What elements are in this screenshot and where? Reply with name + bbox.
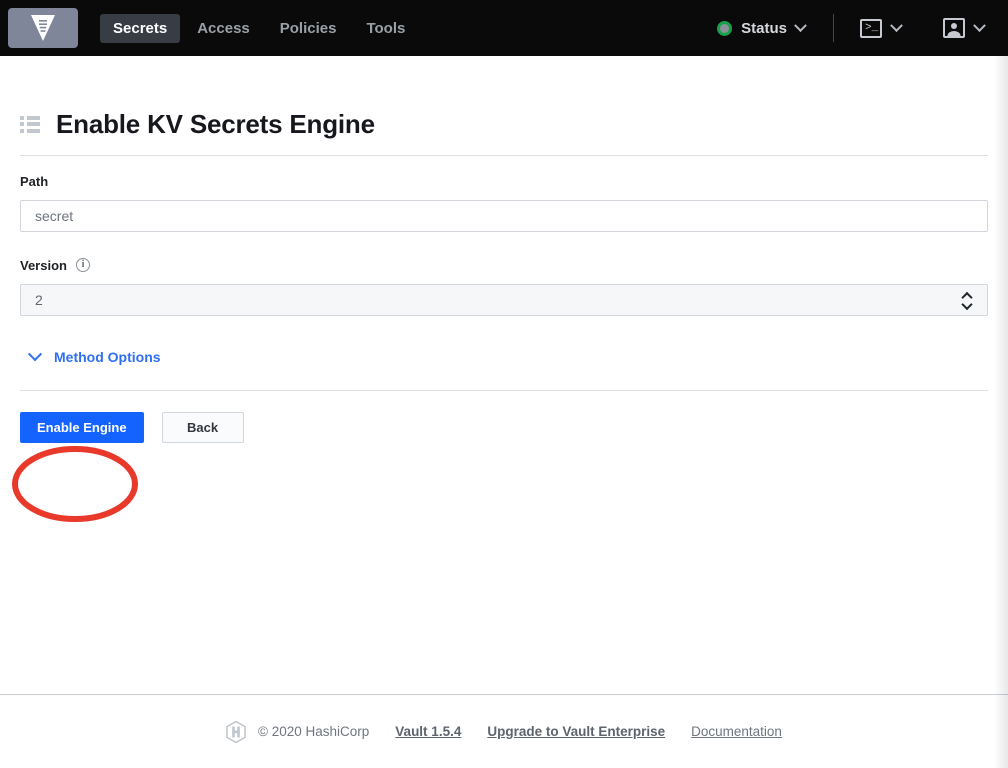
page-header: Enable KV Secrets Engine	[20, 56, 988, 156]
nav-tab-tools[interactable]: Tools	[353, 14, 418, 43]
nav-right-controls: Status >_	[707, 14, 992, 42]
footer-link-vault-version[interactable]: Vault 1.5.4	[395, 725, 461, 739]
vault-logo-icon	[31, 15, 55, 41]
back-button[interactable]: Back	[161, 411, 244, 443]
page-title: Enable KV Secrets Engine	[56, 109, 375, 139]
footer-link-documentation[interactable]: Documentation	[691, 725, 782, 739]
method-options-label: Method Options	[54, 348, 161, 365]
footer-copyright-group: © 2020 HashiCorp	[226, 720, 370, 743]
form-actions: Enable Engine Back	[20, 391, 988, 443]
nav-tab-access[interactable]: Access	[184, 14, 263, 43]
page-body: Enable KV Secrets Engine Path Version i …	[0, 56, 1008, 768]
primary-nav-tabs: Secrets Access Policies Tools	[100, 13, 418, 43]
version-input-wrapper	[20, 283, 988, 316]
nav-tab-secrets[interactable]: Secrets	[100, 13, 181, 43]
hashicorp-logo-icon	[226, 720, 246, 743]
chevron-down-icon	[27, 346, 43, 361]
status-label: Status	[741, 19, 787, 37]
version-input[interactable]	[20, 283, 988, 316]
nav-tab-policies[interactable]: Policies	[267, 14, 350, 43]
terminal-prompt-glyph: >_	[865, 21, 879, 34]
footer-copyright: © 2020 HashiCorp	[258, 723, 370, 739]
chevron-down-icon	[794, 18, 807, 32]
stepper-decrement-icon[interactable]	[963, 301, 972, 307]
path-input[interactable]	[20, 199, 988, 232]
green-status-dot-icon	[717, 20, 733, 36]
list-items-icon	[20, 115, 40, 133]
user-menu-button[interactable]	[935, 18, 992, 38]
terminal-console-icon: >_	[860, 18, 882, 38]
method-options-toggle[interactable]: Method Options	[20, 316, 161, 364]
chevron-down-icon	[973, 18, 986, 32]
up-down-stepper-icon[interactable]	[963, 292, 972, 307]
version-field-label-row: Version i	[20, 258, 988, 273]
version-field-group: Version i	[20, 232, 988, 316]
top-navigation-bar: Secrets Access Policies Tools Status >_	[0, 0, 1008, 56]
path-field-label: Path	[20, 173, 49, 189]
version-field-label: Version	[20, 257, 67, 273]
nav-divider	[833, 14, 834, 42]
enable-engine-button[interactable]: Enable Engine	[20, 411, 144, 443]
status-menu-button[interactable]: Status	[707, 18, 815, 37]
info-circle-icon[interactable]: i	[75, 258, 90, 273]
chevron-down-icon	[890, 18, 903, 32]
content-area: Enable KV Secrets Engine Path Version i …	[0, 56, 1008, 694]
vault-logo-button[interactable]	[8, 8, 78, 48]
path-field-group: Path	[20, 156, 988, 232]
page-footer: © 2020 HashiCorp Vault 1.5.4 Upgrade to …	[0, 694, 1008, 768]
footer-link-upgrade-enterprise[interactable]: Upgrade to Vault Enterprise	[487, 725, 665, 739]
console-menu-button[interactable]: >_	[852, 18, 909, 38]
user-account-icon	[943, 18, 965, 38]
stepper-increment-icon[interactable]	[963, 292, 972, 298]
